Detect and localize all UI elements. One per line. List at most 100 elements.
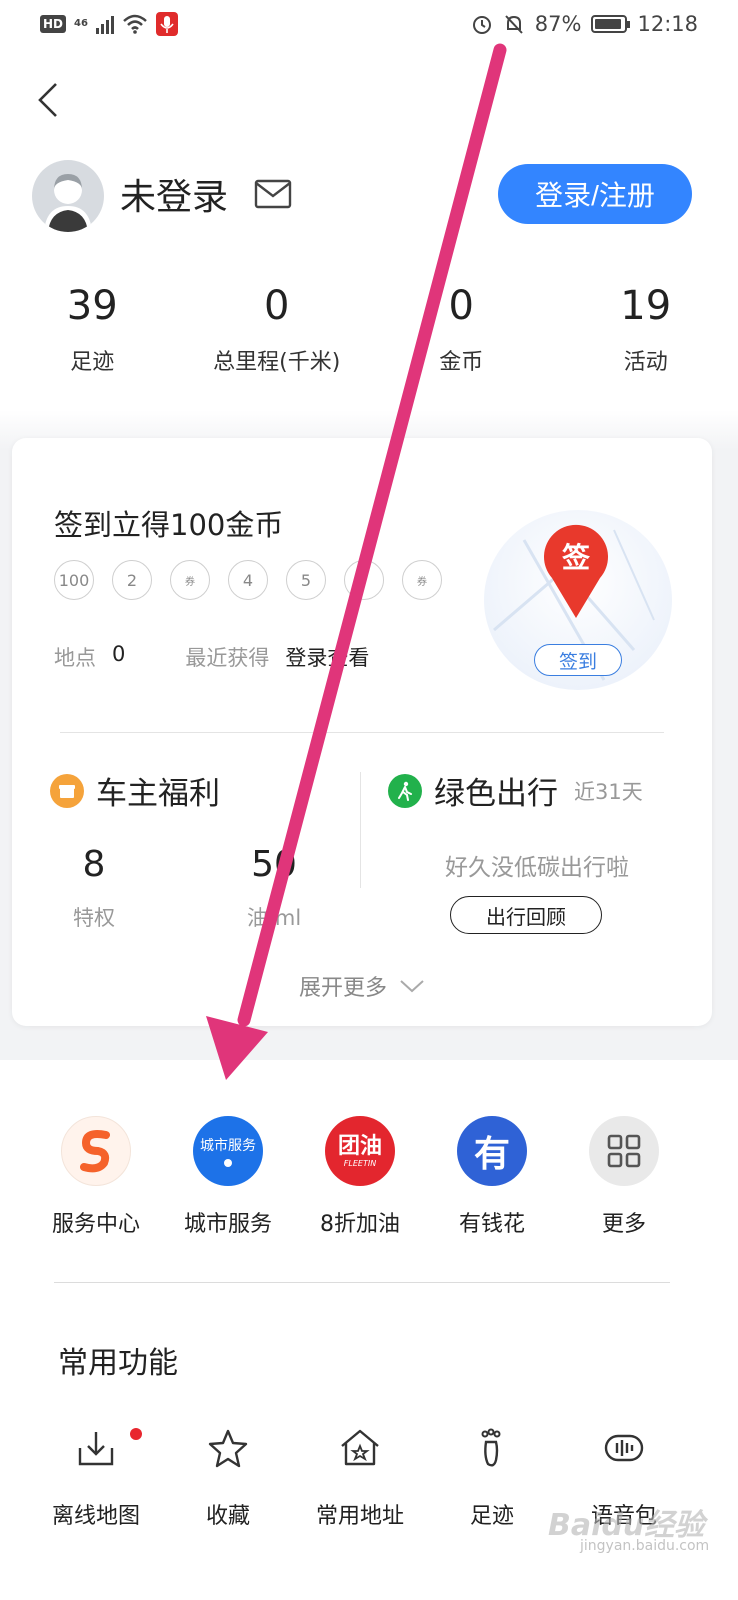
green-travel-title: 绿色出行 (434, 776, 558, 812)
battery-icon (591, 15, 631, 33)
youqianhua-icon-text: 有 (473, 1134, 510, 1175)
signal-icon (95, 14, 114, 34)
sign-in-badge[interactable]: 签 签到 (484, 510, 672, 690)
sign-in-button[interactable]: 签到 (534, 644, 622, 676)
mute-bell-icon (505, 15, 523, 34)
services-row: 服务中心 城市服务 城市服务 团油 FLEETIN 8折加油 有 有钱花 更多 (30, 1116, 710, 1238)
service-label: 服务中心 (51, 1212, 140, 1237)
expand-more-label: 展开更多 (298, 976, 387, 1001)
expand-more[interactable]: 展开更多 (12, 970, 712, 1002)
common-addresses[interactable]: 常用地址 (294, 1426, 426, 1530)
checkin-day: 2 (112, 560, 152, 600)
grid-icon (589, 1116, 659, 1186)
stat-label: 总里程(千米) (213, 350, 341, 375)
avatar[interactable] (32, 160, 104, 232)
footprints[interactable]: 足迹 (426, 1426, 558, 1530)
checkin-info: 地点 0 最近获得 登录查看 (54, 642, 369, 672)
stat-label: 活动 (623, 350, 668, 375)
home-star-icon (341, 1429, 379, 1466)
common-functions-title: 常用功能 (58, 1346, 178, 1381)
stat-label: 金币 (439, 350, 484, 375)
stat-value: 0 (264, 283, 290, 329)
divider (54, 1282, 670, 1283)
tuanyou-icon-sub: FLEETIN (343, 1158, 377, 1168)
login-register-button[interactable]: 登录/注册 (498, 164, 692, 224)
owner-perks[interactable]: 车主福利 8 特权 50 油/ml (12, 768, 362, 948)
more-services[interactable]: 更多 (558, 1116, 690, 1238)
watermark-url: jingyan.baidu.com (580, 1538, 710, 1554)
vertical-divider (360, 772, 361, 888)
stat-footprint[interactable]: 39 足迹 (0, 280, 185, 380)
service-label: 8折加油 (320, 1212, 400, 1237)
mail-icon[interactable] (254, 178, 292, 210)
voice-pack-icon (604, 1434, 644, 1462)
walking-icon (388, 773, 422, 808)
perks-title: 车主福利 (96, 776, 220, 812)
green-travel-message: 好久没低碳出行啦 (445, 855, 629, 881)
star-icon (208, 1429, 248, 1468)
offline-map-icon (78, 1432, 114, 1466)
service-label: 城市服务 (183, 1212, 272, 1237)
perk-label: 油/ml (246, 906, 302, 930)
chevron-down-icon (400, 980, 424, 993)
perk-value: 50 (251, 844, 297, 885)
hd-badge: HD (40, 15, 67, 33)
recent-label: 最近获得 (185, 646, 270, 670)
status-bar: HD 46 87% 12:18 (0, 0, 738, 52)
perk-value: 8 (82, 844, 106, 885)
youqianhua-icon: 有 (457, 1116, 527, 1186)
stat-label: 足迹 (70, 350, 115, 375)
favorites[interactable]: 收藏 (162, 1426, 294, 1530)
username: 未登录 (120, 177, 229, 218)
checkin-title: 签到立得100金币 (54, 508, 284, 542)
tuanyou-icon-text: 团油 (337, 1133, 382, 1159)
checkin-card: 签到立得100金币 100 2 券 4 5 券 地点 0 最近获得 登录查看 签… (12, 438, 712, 1026)
chevron-left-icon (38, 83, 57, 117)
clock: 12:18 (637, 12, 698, 36)
recent-value[interactable]: 登录查看 (285, 642, 369, 672)
stat-value: 0 (448, 283, 474, 329)
stat-activities[interactable]: 19 活动 (554, 280, 738, 380)
battery-percent: 87% (534, 12, 582, 36)
mic-icon (155, 12, 178, 36)
checkin-day: 4 (228, 560, 268, 600)
wifi-icon (123, 14, 147, 34)
s-logo-icon (61, 1116, 131, 1186)
stat-coins[interactable]: 0 金币 (369, 280, 554, 380)
stat-value: 39 (66, 283, 118, 329)
tool-label: 足迹 (469, 1504, 514, 1529)
travel-review-button[interactable]: 出行回顾 (450, 896, 602, 934)
tool-label: 常用地址 (315, 1504, 404, 1529)
location-label: 地点 (54, 646, 96, 670)
tuanyou-icon: 团油 FLEETIN (325, 1116, 395, 1186)
stat-mileage[interactable]: 0 总里程(千米) (185, 280, 370, 380)
divider (60, 732, 664, 733)
back-button[interactable] (28, 78, 68, 122)
notification-dot (130, 1428, 142, 1440)
youqianhua[interactable]: 有 有钱花 (426, 1116, 558, 1238)
city-service[interactable]: 城市服务 城市服务 (162, 1116, 294, 1238)
footprint-icon (481, 1428, 501, 1467)
gift-icon (50, 773, 84, 808)
fuel-discount[interactable]: 团油 FLEETIN 8折加油 (294, 1116, 426, 1238)
network-type: 46 (74, 18, 88, 29)
location-value: 0 (112, 642, 126, 666)
checkin-day (344, 560, 384, 600)
green-travel[interactable]: 绿色出行 近31天 好久没低碳出行啦 出行回顾 (362, 768, 712, 948)
city-service-icon: 城市服务 (193, 1116, 263, 1186)
service-label: 有钱花 (458, 1212, 525, 1237)
tool-label: 收藏 (205, 1504, 250, 1529)
checkin-day: 100 (54, 560, 94, 600)
stat-value: 19 (620, 283, 672, 329)
checkin-day: 5 (286, 560, 326, 600)
alarm-icon (472, 16, 491, 34)
offline-map[interactable]: 离线地图 (30, 1426, 162, 1530)
perk-label: 特权 (73, 906, 115, 930)
service-center[interactable]: 服务中心 (30, 1116, 162, 1238)
service-label: 更多 (601, 1212, 646, 1237)
tool-label: 离线地图 (51, 1504, 140, 1529)
city-service-icon-text: 城市服务 (200, 1138, 256, 1154)
checkin-day-coupon: 券 (170, 560, 210, 600)
checkin-day-coupon: 券 (402, 560, 442, 600)
checkin-days: 100 2 券 4 5 券 (54, 560, 442, 600)
